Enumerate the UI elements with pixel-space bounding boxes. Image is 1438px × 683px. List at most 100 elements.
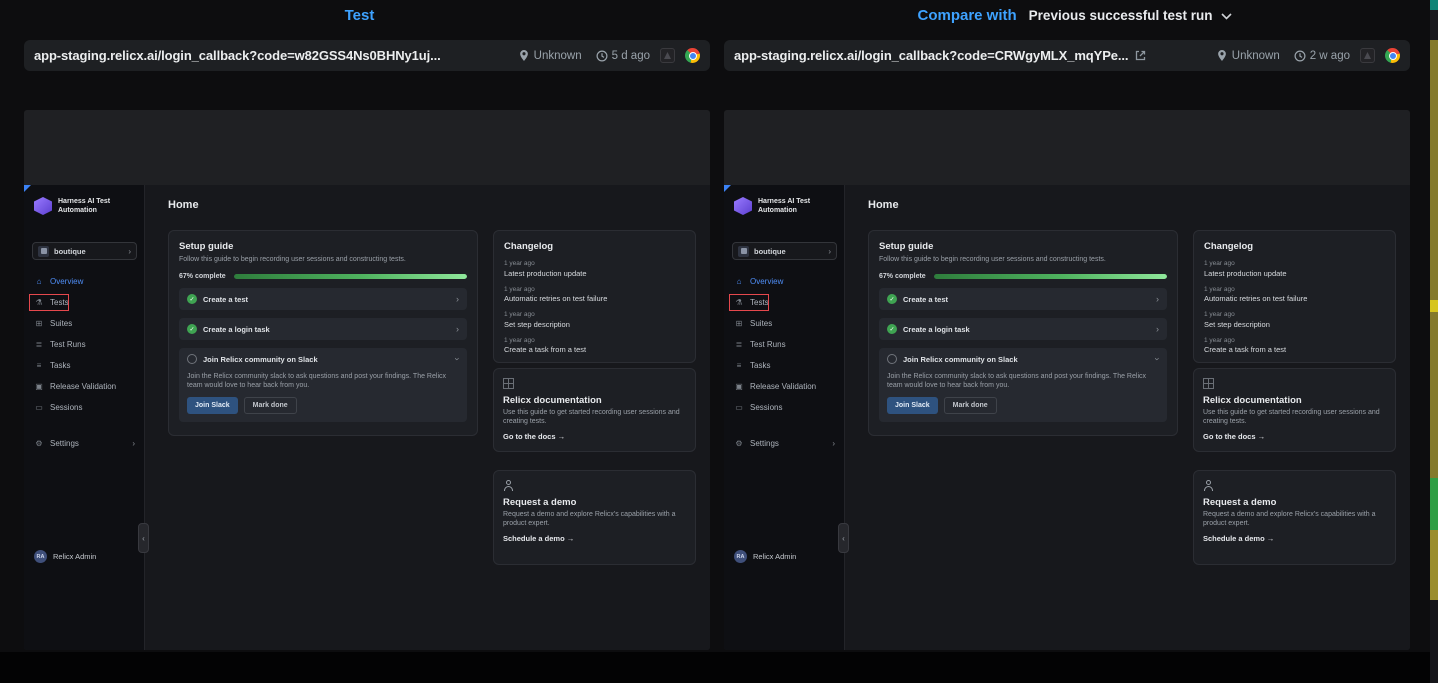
sidebar-item-release-validation[interactable]: ▣ Release Validation (24, 376, 144, 397)
chevron-right-icon: › (128, 247, 131, 256)
avatar: RA (34, 550, 47, 563)
sessions-icon: ▭ (34, 403, 44, 412)
left-pane-title: Test (345, 7, 375, 24)
grid-icon: ⊞ (34, 319, 44, 328)
sidebar-item-test-runs[interactable]: ≣ Test Runs (724, 334, 844, 355)
gear-icon: ⚙ (734, 439, 744, 448)
changelog-entry-title: Set step description (504, 320, 685, 329)
changelog-entry-title: Automatic retries on test failure (1204, 294, 1385, 303)
compare-run-selector[interactable]: Previous successful test run (1029, 8, 1232, 23)
changelog-entry-title: Latest production update (1204, 269, 1385, 278)
screenshot-panel-left[interactable]: Harness AI Test Automation boutique › ⌂ … (24, 110, 710, 650)
url-bar-left: app-staging.relicx.ai/login_callback?cod… (24, 40, 710, 71)
sidebar-item-sessions[interactable]: ▭ Sessions (24, 397, 144, 418)
setup-item-actions: Join Slack Mark done (887, 397, 1167, 414)
nav-label-sessions: Sessions (50, 403, 82, 412)
docs-card-description: Use this guide to get started recording … (1203, 409, 1386, 426)
sidebar-item-suites[interactable]: ⊞ Suites (724, 313, 844, 334)
sidebar-item-settings[interactable]: ⚙ Settings › (724, 433, 844, 454)
changelog-card: Changelog 1 year ago Latest production u… (1193, 230, 1396, 363)
sidebar-item-suites[interactable]: ⊞ Suites (24, 313, 144, 334)
join-slack-button[interactable]: Join Slack (187, 397, 238, 414)
sidebar-item-tasks[interactable]: ≡ Tasks (24, 355, 144, 376)
setup-guide-title: Setup guide (879, 241, 1167, 252)
sidebar-item-sessions[interactable]: ▭ Sessions (724, 397, 844, 418)
sidebar-item-overview[interactable]: ⌂ Overview (24, 271, 144, 292)
chevron-right-icon: › (828, 247, 831, 256)
location-meta: Unknown (518, 49, 582, 62)
setup-item-label: Create a login task (203, 325, 270, 334)
demo-card-description: Request a demo and explore Relicx's capa… (503, 511, 686, 528)
setup-progress: 67% complete (879, 273, 1167, 280)
list-icon: ≡ (734, 361, 744, 370)
progress-bar (934, 274, 1167, 279)
changelog-entry-age: 1 year ago (1204, 260, 1385, 267)
chrome-icon (685, 48, 700, 63)
setup-item-create-test[interactable]: ✓ Create a test › (879, 288, 1167, 310)
sidebar-item-release-validation[interactable]: ▣ Release Validation (724, 376, 844, 397)
screenshot-panel-right[interactable]: Harness AI Test Automation boutique › ⌂ … (724, 110, 1410, 650)
setup-item-label: Create a login task (903, 325, 970, 334)
comparison-view: Test Compare with Previous successful te… (0, 0, 1438, 683)
person-icon (1203, 480, 1214, 491)
changelog-entry: 1 year ago Automatic retries on test fai… (504, 286, 685, 304)
sidebar-collapse-handle[interactable]: ‹ (838, 523, 849, 553)
go-to-docs-link[interactable]: Go to the docs → (503, 432, 565, 441)
nav-label-overview: Overview (750, 277, 783, 286)
join-slack-button[interactable]: Join Slack (887, 397, 938, 414)
setup-item-create-test[interactable]: ✓ Create a test › (179, 288, 467, 310)
ordered-list-icon: ≣ (34, 340, 44, 349)
setup-item-join-slack-header[interactable]: Join Relicx community on Slack › (879, 348, 1167, 370)
user-profile[interactable]: RA Relicx Admin (34, 550, 96, 563)
logo-line-2: Automation (758, 207, 810, 216)
page-title: Home (168, 199, 199, 211)
chevron-right-icon: › (1156, 324, 1159, 334)
external-link-icon[interactable] (1134, 49, 1147, 62)
clock-icon (596, 50, 608, 62)
demo-card: Request a demo Request a demo and explor… (493, 470, 696, 565)
sidebar-item-tasks[interactable]: ≡ Tasks (724, 355, 844, 376)
setup-guide-title: Setup guide (179, 241, 467, 252)
project-selector[interactable]: boutique › (732, 242, 837, 260)
project-selector[interactable]: boutique › (32, 242, 137, 260)
app-screenshot: Harness AI Test Automation boutique › ⌂ … (724, 185, 1410, 650)
schedule-demo-link[interactable]: Schedule a demo → (1203, 534, 1274, 543)
docs-card-title: Relicx documentation (503, 395, 686, 406)
sidebar-item-settings[interactable]: ⚙ Settings › (24, 433, 144, 454)
setup-item-create-login-task[interactable]: ✓ Create a login task › (179, 318, 467, 340)
setup-progress: 67% complete (179, 273, 467, 280)
nav-label-settings: Settings (750, 439, 779, 448)
setup-item-label: Join Relicx community on Slack (903, 355, 1018, 364)
setup-item-description: Join the Relicx community slack to ask q… (187, 372, 459, 390)
setup-guide-card: Setup guide Follow this guide to begin r… (868, 230, 1178, 436)
go-to-docs-link[interactable]: Go to the docs → (1203, 432, 1265, 441)
location-pin-icon (518, 49, 530, 62)
check-icon: ✓ (187, 324, 197, 334)
nav-label-overview: Overview (50, 277, 83, 286)
sessions-icon: ▭ (734, 403, 744, 412)
nav-label-test-runs: Test Runs (50, 340, 86, 349)
minimap-strip[interactable] (1430, 0, 1438, 683)
chevron-down-icon: › (453, 358, 463, 361)
grid-icon: ⊞ (734, 319, 744, 328)
progress-label: 67% complete (879, 273, 926, 280)
schedule-demo-link[interactable]: Schedule a demo → (503, 534, 574, 543)
sidebar-item-test-runs[interactable]: ≣ Test Runs (24, 334, 144, 355)
setup-item-join-slack-header[interactable]: Join Relicx community on Slack › (179, 348, 467, 370)
age-label: 5 d ago (612, 50, 650, 62)
project-icon (38, 246, 49, 257)
setup-guide-subtitle: Follow this guide to begin recording use… (179, 255, 467, 264)
setup-item-create-login-task[interactable]: ✓ Create a login task › (879, 318, 1167, 340)
user-profile[interactable]: RA Relicx Admin (734, 550, 796, 563)
bottom-bar (0, 652, 1430, 683)
sidebar-item-overview[interactable]: ⌂ Overview (724, 271, 844, 292)
docs-card-description: Use this guide to get started recording … (503, 409, 686, 426)
docs-card: Relicx documentation Use this guide to g… (493, 368, 696, 452)
demo-card: Request a demo Request a demo and explor… (1193, 470, 1396, 565)
release-icon: ▣ (734, 382, 744, 391)
mark-done-button[interactable]: Mark done (944, 397, 997, 414)
mark-done-button[interactable]: Mark done (244, 397, 297, 414)
right-pane-header: Compare with Previous successful test ru… (719, 0, 1430, 30)
docs-card-title: Relicx documentation (1203, 395, 1386, 406)
sidebar-collapse-handle[interactable]: ‹ (138, 523, 149, 553)
